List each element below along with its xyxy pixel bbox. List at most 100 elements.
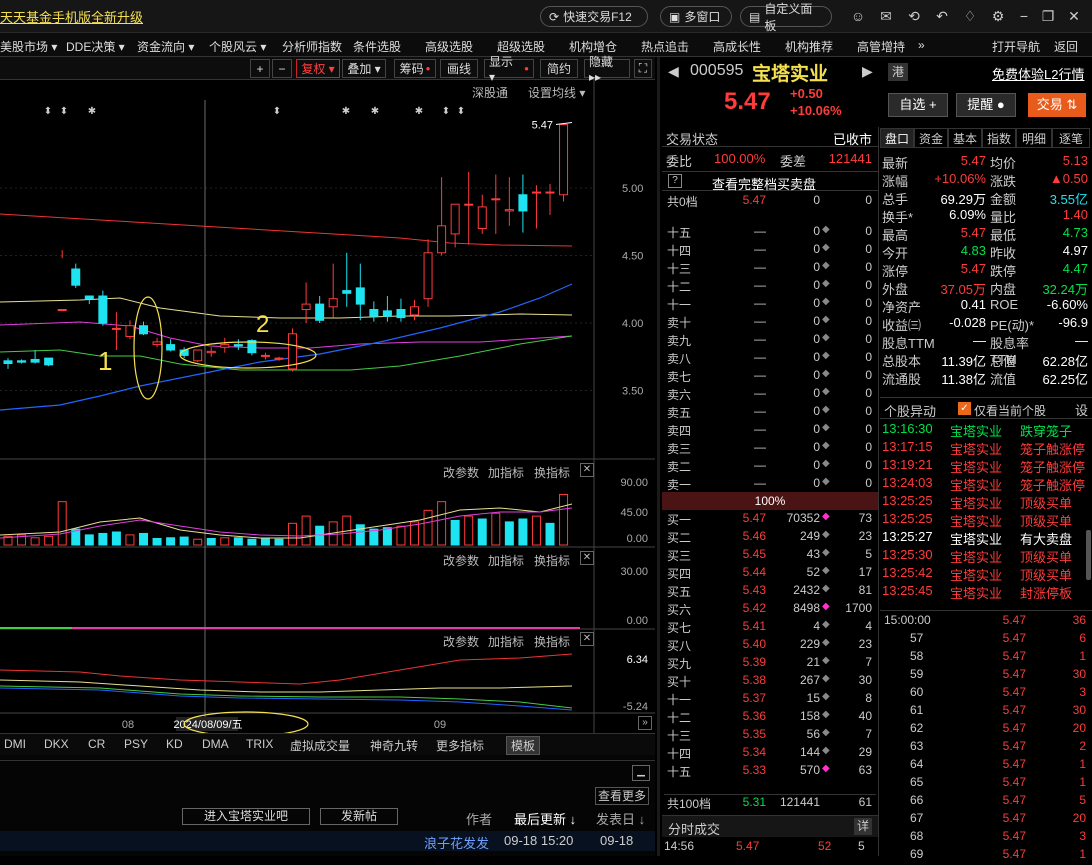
- order-detail-icon[interactable]: ◆: [822, 296, 830, 307]
- ind3-close-icon[interactable]: ✕: [580, 632, 594, 646]
- post-row[interactable]: 浪子花发发 09-18 15:20 09-18: [0, 831, 655, 851]
- vol-params-button[interactable]: 改参数: [443, 464, 479, 481]
- nav-item-dde[interactable]: DDE决策 ▾: [66, 38, 125, 55]
- nav-item-exec-increase[interactable]: 高管增持: [857, 38, 905, 55]
- vol-switch-ind-button[interactable]: 换指标: [534, 464, 570, 481]
- order-detail-icon[interactable]: ◆: [822, 404, 830, 415]
- full-depth-link[interactable]: 查看完整档买卖盘: [712, 174, 816, 193]
- skin-icon[interactable]: ♢: [962, 8, 978, 24]
- tab-magic-nine[interactable]: 神奇九转: [370, 737, 418, 754]
- order-detail-icon[interactable]: ◆: [822, 601, 830, 612]
- tab-psy[interactable]: PSY: [124, 737, 148, 751]
- tab-kd[interactable]: KD: [166, 737, 183, 751]
- post-author[interactable]: 浪子花发发: [424, 833, 489, 852]
- tab-index[interactable]: 指数: [982, 128, 1016, 148]
- nav-back[interactable]: 返回: [1054, 38, 1078, 55]
- nav-item-analyst-index[interactable]: 分析师指数: [282, 38, 342, 55]
- tab-dma[interactable]: DMA: [202, 737, 229, 751]
- nav-item-hot-track[interactable]: 热点追击: [641, 38, 689, 55]
- tab-tick-by-tick[interactable]: 逐笔: [1052, 128, 1090, 148]
- ind3-add-ind-button[interactable]: 加指标: [488, 633, 524, 650]
- order-detail-icon[interactable]: ◆: [822, 278, 830, 289]
- last-update-col-header[interactable]: 最后更新 ↓: [514, 809, 576, 828]
- tab-pankou[interactable]: 盘口: [880, 128, 914, 148]
- order-detail-icon[interactable]: ◆: [822, 547, 830, 558]
- order-detail-icon[interactable]: ◆: [822, 422, 830, 433]
- order-detail-icon[interactable]: ◆: [822, 242, 830, 253]
- nav-item-condition-select[interactable]: 条件选股: [353, 38, 401, 55]
- mail-icon[interactable]: ✉: [878, 8, 894, 24]
- events-scrollbar[interactable]: [1086, 530, 1091, 580]
- quick-trade-button[interactable]: ⟳ 快速交易F12: [540, 6, 648, 27]
- order-detail-icon[interactable]: ◆: [822, 476, 830, 487]
- nav-item-high-growth[interactable]: 高成长性: [713, 38, 761, 55]
- hk-badge[interactable]: 港: [888, 63, 908, 81]
- tab-template[interactable]: 模板: [506, 736, 541, 755]
- tab-detail[interactable]: 明细: [1016, 128, 1052, 148]
- nav-open-navigation[interactable]: 打开导航: [992, 38, 1040, 55]
- order-detail-icon[interactable]: ◆: [822, 440, 830, 451]
- tab-dkx[interactable]: DKX: [44, 737, 69, 751]
- order-detail-icon[interactable]: ◆: [822, 350, 830, 361]
- order-detail-icon[interactable]: ◆: [822, 458, 830, 469]
- order-detail-icon[interactable]: ◆: [822, 673, 830, 684]
- nav-item-stock-risk[interactable]: 个股风云 ▾: [209, 38, 266, 55]
- order-detail-icon[interactable]: ◆: [822, 511, 830, 522]
- simple-button[interactable]: 简约: [540, 59, 578, 78]
- help-icon[interactable]: ?: [668, 174, 682, 188]
- prev-stock-icon[interactable]: ◀: [668, 63, 679, 80]
- overlay-button[interactable]: 叠加 ▾: [342, 59, 386, 78]
- ind2-switch-ind-button[interactable]: 换指标: [534, 552, 570, 569]
- self-select-button[interactable]: 自选 +: [888, 93, 948, 117]
- chips-button[interactable]: 筹码 ●: [394, 59, 436, 78]
- hide-button[interactable]: 隐藏 ▸▸: [584, 55, 630, 84]
- order-detail-icon[interactable]: ◆: [822, 727, 830, 738]
- order-detail-icon[interactable]: ◆: [822, 763, 830, 774]
- order-detail-icon[interactable]: ◆: [822, 583, 830, 594]
- ind2-close-icon[interactable]: ✕: [580, 551, 594, 565]
- draw-line-button[interactable]: 画线: [440, 59, 478, 78]
- order-detail-icon[interactable]: ◆: [822, 368, 830, 379]
- order-detail-icon[interactable]: ◆: [822, 529, 830, 540]
- nav-item-advanced-select[interactable]: 高级选股: [425, 38, 473, 55]
- new-post-button[interactable]: 发新帖: [320, 808, 398, 825]
- promo-link[interactable]: 天天基金手机版全新升级: [0, 7, 143, 26]
- author-col-header[interactable]: 作者: [466, 809, 492, 828]
- shentong-label[interactable]: 深股通: [472, 84, 508, 101]
- close-icon[interactable]: ✕: [1066, 8, 1082, 24]
- zoom-in-button[interactable]: +: [250, 59, 270, 78]
- fullscreen-icon[interactable]: ⛶: [634, 59, 652, 78]
- nav-item-inst-recommend[interactable]: 机构推荐: [785, 38, 833, 55]
- vol-add-ind-button[interactable]: 加指标: [488, 464, 524, 481]
- order-detail-icon[interactable]: ◆: [822, 260, 830, 271]
- ind2-params-button[interactable]: 改参数: [443, 552, 479, 569]
- history-icon[interactable]: ⟲: [906, 8, 922, 24]
- publish-date-col-header[interactable]: 发表日 ↓: [596, 809, 645, 828]
- settings-icon[interactable]: ⚙: [990, 8, 1006, 24]
- order-detail-icon[interactable]: ◆: [822, 709, 830, 720]
- custom-panel-button[interactable]: ▤ 自定义面板: [740, 2, 832, 33]
- order-detail-icon[interactable]: ◆: [822, 619, 830, 630]
- ind2-add-ind-button[interactable]: 加指标: [488, 552, 524, 569]
- order-detail-icon[interactable]: ◆: [822, 314, 830, 325]
- display-button[interactable]: 显示 ▾ ●: [484, 55, 534, 84]
- ind3-params-button[interactable]: 改参数: [443, 633, 479, 650]
- adjust-button[interactable]: 复权 ▾: [296, 59, 340, 78]
- order-detail-icon[interactable]: ◆: [822, 637, 830, 648]
- full-depth-row[interactable]: ? 查看完整档买卖盘: [662, 171, 878, 193]
- alert-button[interactable]: 提醒 ●: [956, 93, 1016, 117]
- only-current-checkbox[interactable]: ✓: [958, 402, 971, 415]
- l2-promo-link[interactable]: 免费体验L2行情: [992, 64, 1084, 83]
- nav-item-fund-flow[interactable]: 资金流向 ▾: [137, 38, 194, 55]
- order-detail-icon[interactable]: ◆: [822, 691, 830, 702]
- order-detail-icon[interactable]: ◆: [822, 745, 830, 756]
- scroll-right-icon[interactable]: »: [638, 716, 652, 730]
- order-detail-icon[interactable]: ◆: [822, 565, 830, 576]
- enter-bar-button[interactable]: 进入宝塔实业吧: [182, 808, 310, 825]
- order-detail-icon[interactable]: ◆: [822, 386, 830, 397]
- multi-window-button[interactable]: ▣ 多窗口: [660, 6, 732, 27]
- events-settings-button[interactable]: 设: [1075, 400, 1088, 419]
- collapse-icon[interactable]: ▁: [632, 765, 650, 781]
- fenshi-detail-button[interactable]: 详: [854, 818, 872, 835]
- tab-more-indicators[interactable]: 更多指标: [436, 737, 484, 754]
